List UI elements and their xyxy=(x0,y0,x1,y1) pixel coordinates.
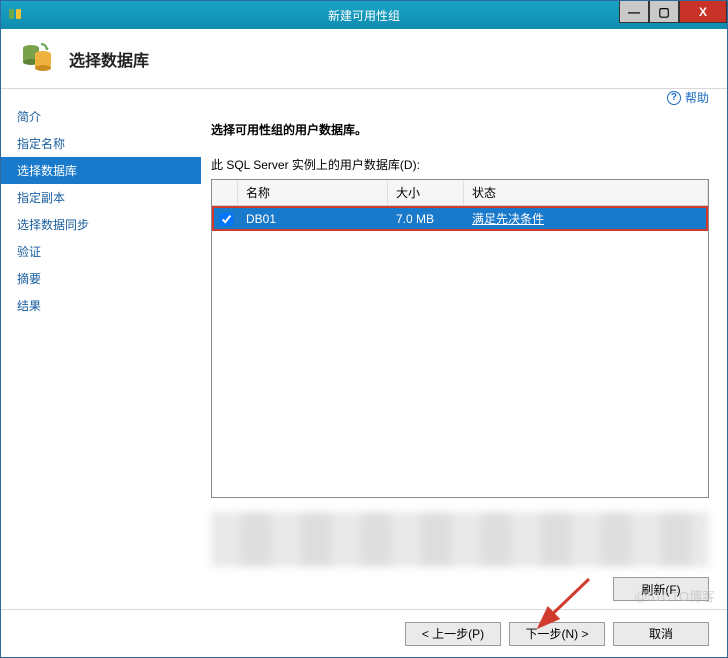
prev-button[interactable]: < 上一步(P) xyxy=(405,622,501,646)
row-name: DB01 xyxy=(238,208,388,230)
maximize-button[interactable]: ▢ xyxy=(649,1,679,23)
row-checkbox[interactable] xyxy=(220,213,233,226)
sidebar-item-validate[interactable]: 验证 xyxy=(1,238,201,265)
col-name[interactable]: 名称 xyxy=(238,180,388,205)
sidebar-item-data-sync[interactable]: 选择数据同步 xyxy=(1,211,201,238)
row-status-link[interactable]: 满足先决条件 xyxy=(472,212,544,226)
wizard-icon xyxy=(19,38,55,79)
window-title: 新建可用性组 xyxy=(328,7,400,24)
database-list: 名称 大小 状态 DB01 7.0 MB 满足先决条件 xyxy=(211,179,709,498)
wizard-footer: < 上一步(P) 下一步(N) > 取消 xyxy=(1,609,727,657)
col-checkbox xyxy=(212,180,238,205)
sidebar-item-select-db[interactable]: 选择数据库 xyxy=(1,157,201,184)
titlebar: 新建可用性组 — ▢ X xyxy=(1,1,727,29)
app-icon xyxy=(7,6,23,22)
table-row[interactable]: DB01 7.0 MB 满足先决条件 xyxy=(212,206,708,231)
col-size[interactable]: 大小 xyxy=(388,180,464,205)
wizard-steps: 简介 指定名称 选择数据库 指定副本 选择数据同步 验证 摘要 结果 xyxy=(1,89,201,609)
list-header: 名称 大小 状态 xyxy=(212,180,708,206)
sidebar-item-name[interactable]: 指定名称 xyxy=(1,130,201,157)
help-link[interactable]: ? 帮助 xyxy=(667,89,709,106)
page-header: 选择数据库 xyxy=(1,29,727,89)
help-icon: ? xyxy=(667,91,681,105)
list-label: 此 SQL Server 实例上的用户数据库(D): xyxy=(211,156,709,173)
instruction-text: 选择可用性组的用户数据库。 xyxy=(211,121,709,138)
sidebar-item-intro[interactable]: 简介 xyxy=(1,103,201,130)
help-label: 帮助 xyxy=(685,89,709,106)
sidebar-item-summary[interactable]: 摘要 xyxy=(1,265,201,292)
page-title: 选择数据库 xyxy=(69,47,149,71)
watermark: @51CTO博客 xyxy=(634,586,715,605)
close-button[interactable]: X xyxy=(679,1,727,23)
sidebar-item-replicas[interactable]: 指定副本 xyxy=(1,184,201,211)
next-button[interactable]: 下一步(N) > xyxy=(509,622,605,646)
blurred-region xyxy=(211,512,709,567)
minimize-button[interactable]: — xyxy=(619,1,649,23)
row-size: 7.0 MB xyxy=(388,208,464,230)
window-controls: — ▢ X xyxy=(619,1,727,23)
cancel-button[interactable]: 取消 xyxy=(613,622,709,646)
col-status[interactable]: 状态 xyxy=(464,180,708,205)
main-panel: ? 帮助 选择可用性组的用户数据库。 此 SQL Server 实例上的用户数据… xyxy=(201,89,727,609)
sidebar-item-results[interactable]: 结果 xyxy=(1,292,201,319)
